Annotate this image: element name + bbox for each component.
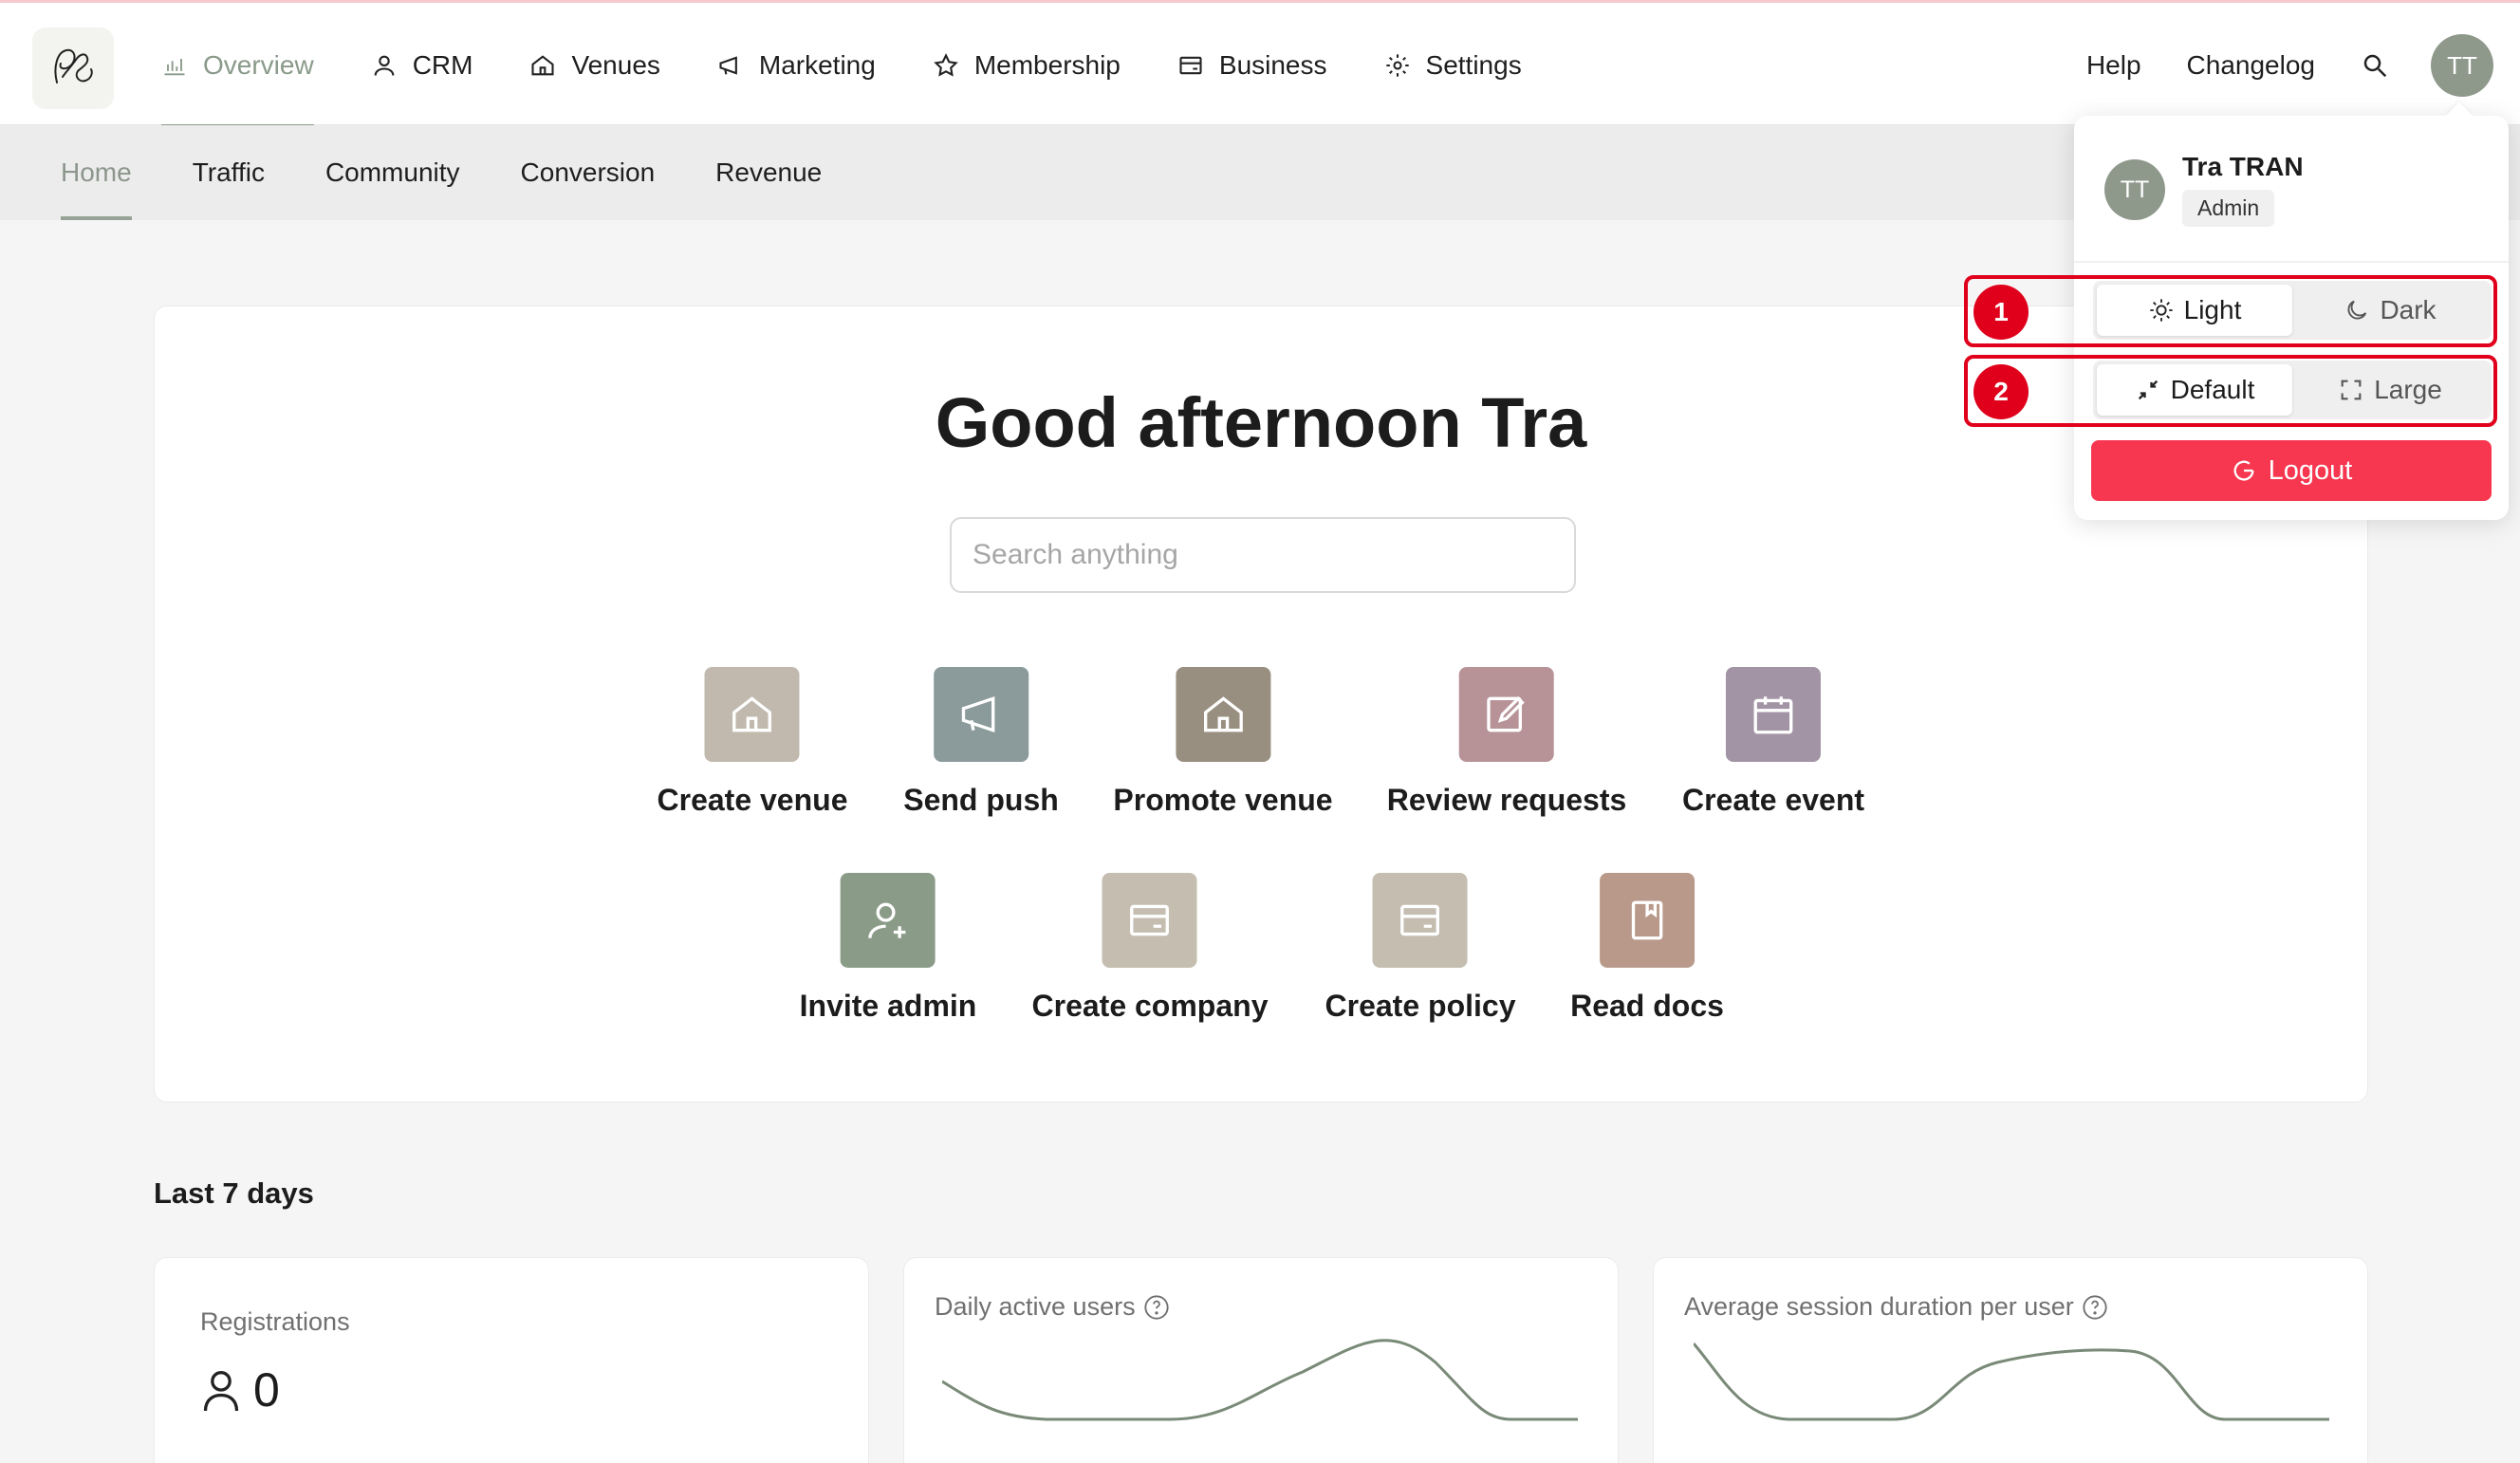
top-navigation-bar: Overview CRM Venues Marketing Membership…	[0, 0, 2520, 128]
create-venue-button[interactable]: Create venue	[657, 667, 848, 818]
star-icon	[934, 53, 958, 77]
nav-business[interactable]: Business	[1177, 3, 1327, 128]
user-role-badge: Admin	[2182, 190, 2275, 227]
logout-button[interactable]: Logout	[2091, 440, 2492, 501]
nav-crm[interactable]: CRM	[371, 3, 473, 128]
registrations-card: Registrations 0	[154, 1257, 869, 1463]
user-name: Tra TRAN	[2182, 152, 2304, 181]
user-plus-icon	[868, 902, 906, 938]
changelog-link[interactable]: Changelog	[2187, 50, 2315, 81]
avg-session-duration-sparkline	[1694, 1343, 2329, 1421]
nav-marketing[interactable]: Marketing	[717, 3, 876, 128]
user-icon	[374, 55, 395, 76]
nav-marketing-label: Marketing	[758, 50, 876, 80]
nav-membership[interactable]: Membership	[933, 3, 1121, 128]
user-avatar-button[interactable]: TT	[2431, 34, 2493, 97]
tab-revenue[interactable]: Revenue	[715, 125, 822, 220]
card-icon	[1400, 904, 1440, 936]
megaphone-icon	[961, 696, 995, 732]
nav-membership-label: Membership	[973, 50, 1121, 80]
create-policy-tile	[1373, 873, 1468, 968]
megaphone-icon	[719, 56, 737, 75]
create-company-label: Create company	[1031, 989, 1269, 1023]
bar-chart-icon	[164, 59, 185, 76]
search-icon[interactable]	[2361, 51, 2389, 80]
create-company-tile	[1102, 873, 1197, 968]
user-icon	[203, 1371, 239, 1412]
read-docs-button[interactable]: Read docs	[1570, 873, 1724, 1024]
gear-icon	[1385, 54, 1409, 77]
nav-settings[interactable]: Settings	[1384, 3, 1522, 128]
nav-business-label: Business	[1218, 50, 1327, 80]
nav-crm-label: CRM	[412, 50, 473, 80]
stats-section-title: Last 7 days	[154, 1176, 314, 1210]
card-icon	[1130, 904, 1170, 936]
annotation-badge-1: 1	[1973, 285, 2029, 340]
daily-active-users-card: Daily active users	[903, 1257, 1619, 1463]
book-icon	[1631, 900, 1663, 940]
daily-active-users-title: Daily active users	[935, 1292, 1136, 1321]
tab-conversion[interactable]: Conversion	[521, 125, 656, 220]
nav-venues-label: Venues	[571, 50, 660, 80]
create-event-button[interactable]: Create event	[1682, 667, 1864, 818]
edit-icon	[1487, 695, 1526, 732]
review-requests-button[interactable]: Review requests	[1386, 667, 1627, 818]
home-icon	[1203, 696, 1243, 732]
invite-admin-label: Invite admin	[799, 989, 977, 1023]
tab-traffic[interactable]: Traffic	[193, 125, 265, 220]
avg-session-duration-card: Average session duration per user	[1653, 1257, 2368, 1463]
send-push-label: Send push	[903, 783, 1059, 817]
create-venue-tile	[704, 667, 800, 762]
dropdown-divider	[2074, 261, 2509, 263]
avg-session-duration-title-wrap: Average session duration per user	[1684, 1292, 2108, 1322]
search-input[interactable]	[950, 517, 1576, 593]
dropdown-avatar: TT	[2104, 159, 2165, 220]
annotation-box-2	[1964, 355, 2497, 427]
create-event-label: Create event	[1681, 783, 1865, 817]
annotation-box-1	[1964, 275, 2497, 347]
promote-venue-button[interactable]: Promote venue	[1113, 667, 1333, 818]
nav-venues[interactable]: Venues	[529, 3, 660, 128]
home-icon	[732, 696, 772, 732]
signature-logo-icon[interactable]	[32, 28, 114, 109]
read-docs-label: Read docs	[1570, 989, 1724, 1023]
create-venue-label: Create venue	[657, 783, 848, 817]
send-push-button[interactable]: Send push	[903, 667, 1059, 818]
logout-label: Logout	[2268, 454, 2353, 486]
invite-admin-button[interactable]: Invite admin	[799, 873, 977, 1024]
tab-home[interactable]: Home	[61, 125, 132, 220]
review-requests-tile	[1459, 667, 1554, 762]
nav-overview-label: Overview	[203, 50, 314, 80]
promote-venue-tile	[1175, 667, 1270, 762]
tab-community[interactable]: Community	[325, 125, 460, 220]
nav-settings-label: Settings	[1425, 50, 1522, 80]
promote-venue-label: Promote venue	[1113, 783, 1333, 817]
read-docs-tile	[1599, 873, 1695, 968]
daily-active-users-sparkline	[942, 1339, 1578, 1421]
logout-icon	[2233, 460, 2254, 481]
annotation-badge-2: 2	[1973, 364, 2029, 419]
registrations-title: Registrations	[200, 1307, 350, 1336]
create-policy-button[interactable]: Create policy	[1325, 873, 1516, 1024]
create-event-tile	[1726, 667, 1821, 762]
registrations-value: 0	[253, 1363, 280, 1417]
daily-active-users-title-wrap: Daily active users	[935, 1292, 1170, 1322]
avg-session-duration-title: Average session duration per user	[1684, 1292, 2074, 1321]
help-link[interactable]: Help	[2086, 50, 2141, 81]
registrations-value-wrap: 0	[200, 1362, 280, 1417]
create-company-button[interactable]: Create company	[1031, 873, 1269, 1024]
question-circle-icon[interactable]	[1143, 1294, 1170, 1321]
invite-admin-tile	[840, 873, 936, 968]
send-push-tile	[934, 667, 1028, 762]
create-policy-label: Create policy	[1325, 989, 1516, 1023]
home-icon	[531, 55, 555, 76]
review-requests-label: Review requests	[1386, 783, 1627, 817]
nav-overview[interactable]: Overview	[161, 3, 314, 128]
card-icon	[1179, 56, 1202, 75]
question-circle-icon[interactable]	[2082, 1294, 2108, 1321]
calendar-icon	[1753, 696, 1793, 734]
